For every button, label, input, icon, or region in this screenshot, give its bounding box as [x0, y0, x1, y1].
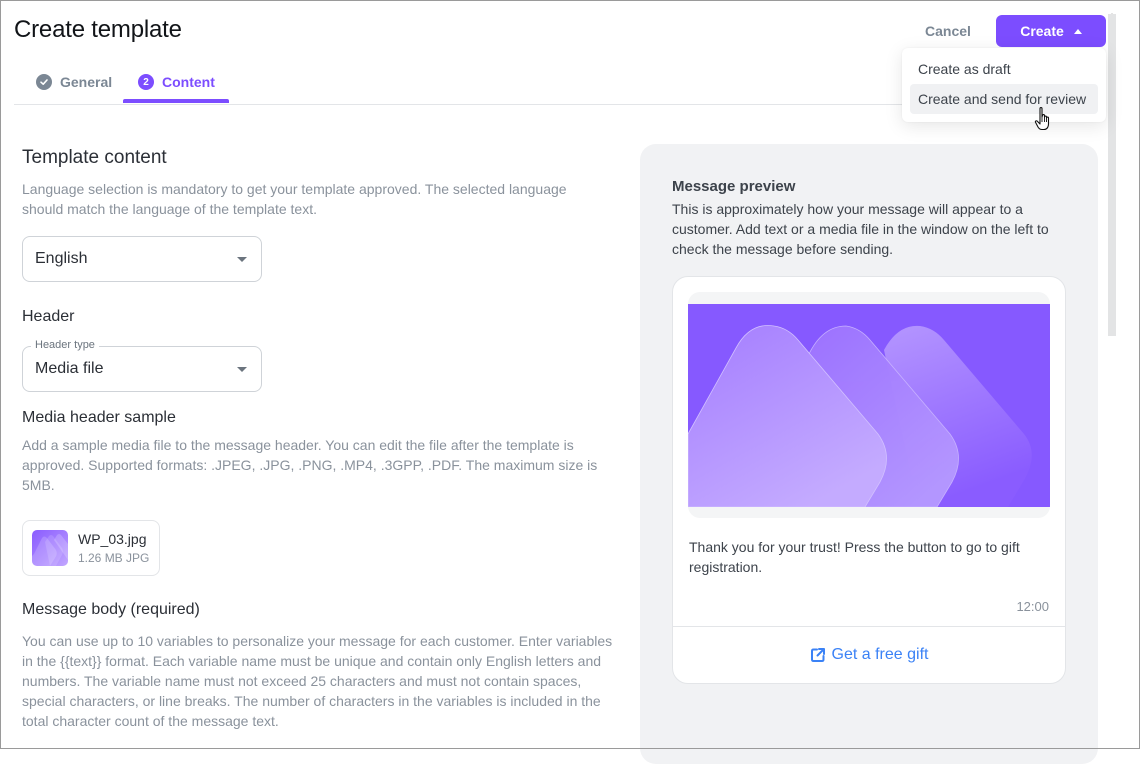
tab-general[interactable]: General	[36, 62, 112, 102]
header-type-value: Media file	[35, 360, 104, 377]
header-type-label: Header type	[31, 339, 99, 351]
message-preview-panel: Message preview This is approximately ho…	[640, 144, 1098, 764]
header-label: Header	[22, 308, 75, 325]
section-title: Template content	[22, 147, 167, 168]
media-sample-hint: Add a sample media file to the message h…	[22, 437, 598, 493]
external-link-icon	[810, 648, 825, 662]
message-bubble: Thank you for your trust! Press the butt…	[672, 276, 1066, 684]
uploaded-file-card[interactable]: WP_03.jpg 1.26 MB JPG	[22, 520, 160, 576]
file-thumbnail	[32, 530, 68, 566]
step-number-badge: 2	[138, 74, 154, 90]
media-container	[688, 292, 1050, 518]
header-media-image	[688, 304, 1050, 507]
check-circle-icon	[36, 74, 52, 90]
menu-item-create-as-draft[interactable]: Create as draft	[910, 54, 1098, 84]
chevron-down-icon	[237, 257, 247, 262]
get-free-gift-label: Get a free gift	[831, 646, 929, 663]
create-dropdown-menu: Create as draft Create and send for revi…	[902, 48, 1106, 122]
cancel-button[interactable]: Cancel	[915, 16, 981, 46]
file-size-type: 1.26 MB JPG	[78, 551, 150, 565]
get-free-gift-button[interactable]: Get a free gift	[673, 627, 1065, 683]
menu-item-create-and-send-for-review[interactable]: Create and send for review	[910, 84, 1098, 114]
message-time: 12:00	[1016, 599, 1049, 614]
message-body-label: Message body (required)	[22, 601, 200, 618]
preview-title: Message preview	[672, 178, 796, 195]
header-type-select[interactable]: Header type Media file	[22, 339, 262, 392]
scrollbar-thumb[interactable]	[1108, 14, 1116, 336]
active-tab-indicator	[123, 99, 229, 103]
tab-content-label: Content	[162, 74, 215, 90]
language-select[interactable]: English	[22, 236, 262, 282]
language-select-value: English	[35, 250, 88, 267]
preview-description: This is approximately how your message w…	[672, 201, 1049, 257]
media-sample-label: Media header sample	[22, 409, 176, 426]
language-hint: Language selection is mandatory to get y…	[22, 181, 567, 217]
tab-content[interactable]: 2 Content	[138, 62, 215, 102]
tab-general-label: General	[60, 74, 113, 90]
create-button[interactable]: Create	[996, 15, 1106, 47]
chevron-down-icon	[237, 367, 247, 372]
create-button-label: Create	[1020, 23, 1064, 39]
message-body-hint: You can use up to 10 variables to person…	[22, 633, 613, 729]
caret-up-icon	[1073, 28, 1082, 34]
page-title: Create template	[14, 16, 182, 43]
message-text: Thank you for your trust! Press the butt…	[689, 539, 1020, 575]
file-name: WP_03.jpg	[78, 531, 147, 547]
hand-pointer-cursor-icon	[1034, 107, 1050, 131]
